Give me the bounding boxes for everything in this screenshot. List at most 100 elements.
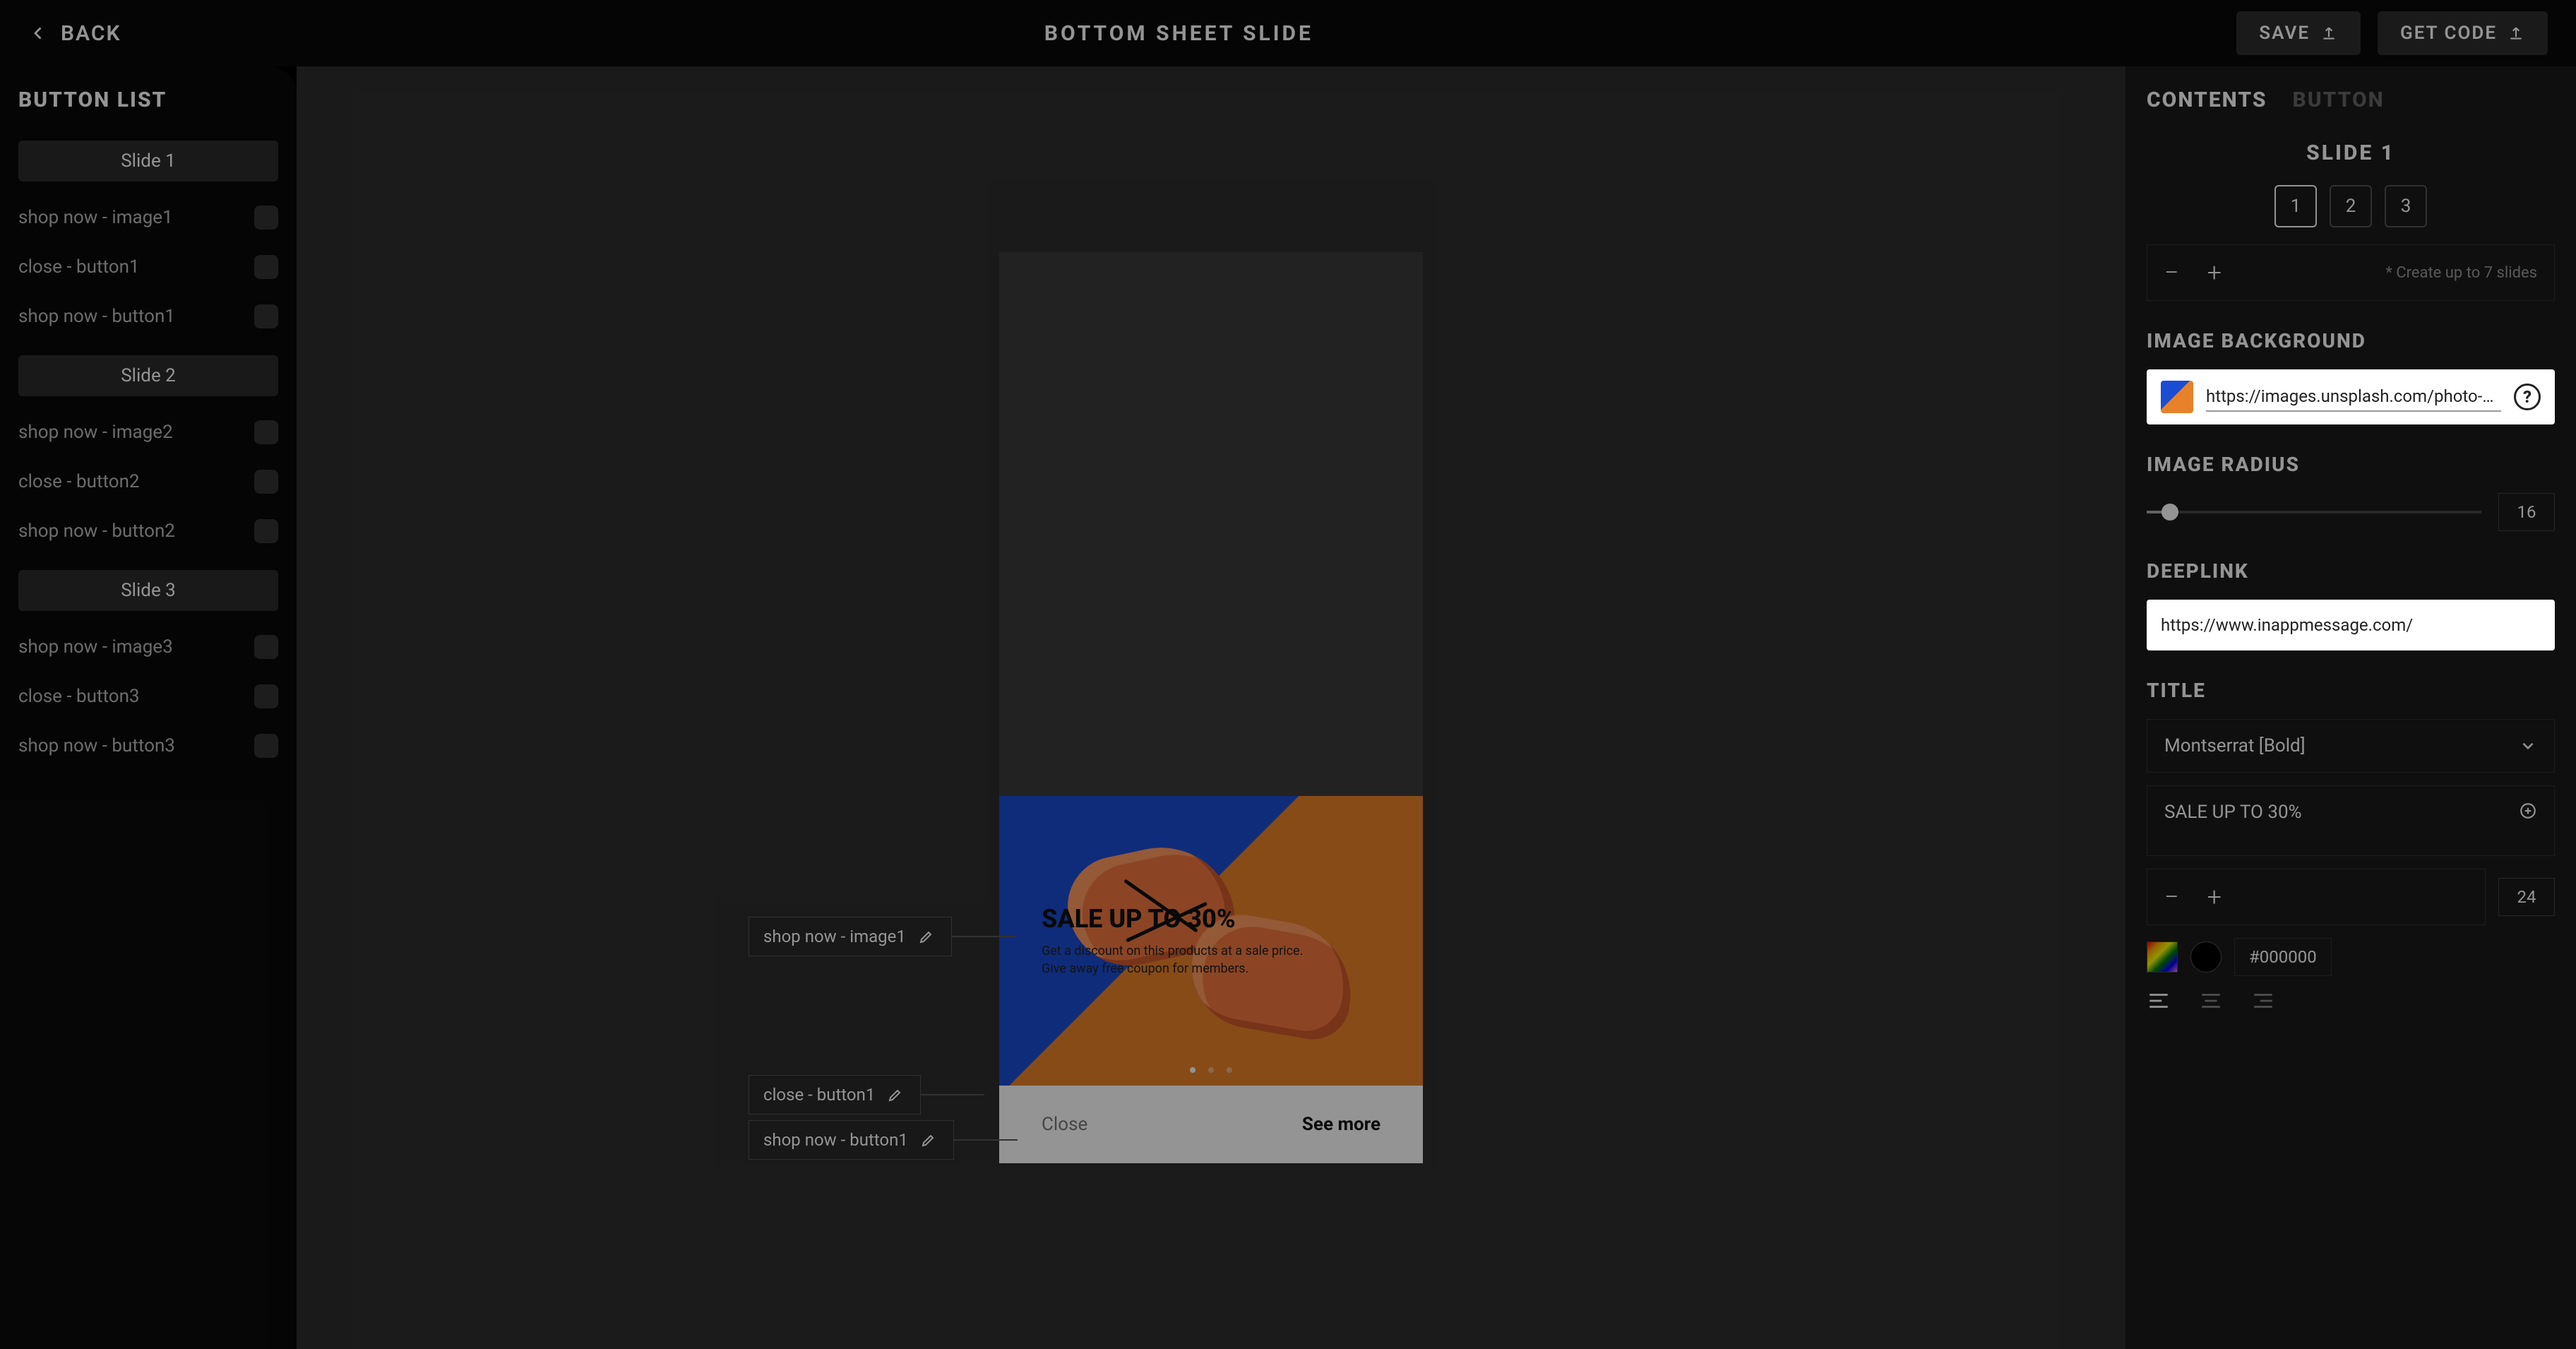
sheet-title: SALE UP TO 30% <box>1042 904 1303 934</box>
connector-text: close - button1 <box>763 1085 875 1105</box>
button-list-title: BUTTON LIST <box>18 88 278 112</box>
list-item[interactable]: shop now - button1 <box>18 292 278 341</box>
title-color-row: #000000 <box>2147 938 2555 976</box>
list-item[interactable]: shop now - image1 <box>18 193 278 242</box>
deeplink-input[interactable]: https://www.inappmessage.com/ <box>2147 600 2555 650</box>
plus-icon[interactable]: + <box>2207 258 2222 287</box>
tab-contents[interactable]: CONTENTS <box>2147 88 2267 112</box>
image-radius-control: 16 <box>2147 493 2555 531</box>
radius-value[interactable]: 16 <box>2498 493 2555 531</box>
list-item[interactable]: close - button1 <box>18 242 278 292</box>
color-swatch[interactable] <box>2190 941 2222 973</box>
arrow-left-icon <box>28 23 49 44</box>
color-picker-icon[interactable] <box>2147 941 2178 973</box>
checkbox[interactable] <box>254 684 278 708</box>
pencil-icon[interactable] <box>918 1129 939 1151</box>
checkbox[interactable] <box>254 255 278 279</box>
checkbox[interactable] <box>254 470 278 494</box>
align-left-icon[interactable] <box>2147 989 2171 1019</box>
minus-icon[interactable]: − <box>2164 882 2179 912</box>
slide-pill-2[interactable]: 2 <box>2330 185 2372 227</box>
title-size-pm: − + <box>2147 869 2486 925</box>
radius-slider[interactable] <box>2147 511 2481 513</box>
title-section-label: TITLE <box>2147 679 2555 702</box>
slide-pill-3[interactable]: 3 <box>2385 185 2427 227</box>
deeplink-label: DEEPLINK <box>2147 559 2555 583</box>
sheet-buttons: Close See more <box>999 1086 1423 1163</box>
sheet-image[interactable]: SALE UP TO 30% Get a discount on this pr… <box>999 796 1423 1086</box>
slide-header-3[interactable]: Slide 3 <box>18 570 278 611</box>
font-value: Montserrat [Bold] <box>2164 735 2306 756</box>
connector-shop-now-image1: shop now - image1 <box>749 917 1015 956</box>
list-item[interactable]: close - button3 <box>18 672 278 721</box>
back-button[interactable]: BACK <box>28 21 121 46</box>
close-button[interactable]: Close <box>1042 1114 1087 1135</box>
help-icon[interactable]: ? <box>2514 384 2541 410</box>
list-item[interactable]: shop now - image2 <box>18 408 278 457</box>
title-text-value: SALE UP TO 30% <box>2164 802 2302 823</box>
checkbox[interactable] <box>254 635 278 659</box>
align-right-icon[interactable] <box>2251 989 2275 1019</box>
connector-line <box>921 1094 984 1095</box>
image-background-label: IMAGE BACKGROUND <box>2147 329 2555 352</box>
tab-button[interactable]: BUTTON <box>2293 88 2385 112</box>
list-item-label: close - button1 <box>18 256 140 278</box>
phone-preview: SALE UP TO 30% Get a discount on this pr… <box>999 252 1423 1163</box>
minus-icon[interactable]: − <box>2164 258 2179 287</box>
save-label: SAVE <box>2259 23 2310 44</box>
dot-1 <box>1190 1067 1195 1073</box>
title-size-value[interactable]: 24 <box>2498 878 2555 916</box>
back-label: BACK <box>61 21 121 46</box>
image-background-input-row: ? <box>2147 369 2555 424</box>
slide-add-remove: − + * Create up to 7 slides <box>2147 244 2555 301</box>
page-title: BOTTOM SHEET SLIDE <box>1044 21 1313 46</box>
right-tabs: CONTENTS BUTTON <box>2147 88 2555 112</box>
list-item[interactable]: shop now - button3 <box>18 721 278 771</box>
slide-dots <box>1190 1067 1232 1073</box>
list-item-label: shop now - button2 <box>18 521 175 542</box>
slide-note: * Create up to 7 slides <box>2385 264 2537 282</box>
slide-pill-1[interactable]: 1 <box>2274 185 2317 227</box>
checkbox[interactable] <box>254 519 278 543</box>
list-item-label: shop now - image3 <box>18 636 173 658</box>
connector-text: shop now - button1 <box>763 1130 908 1150</box>
canvas[interactable]: SALE UP TO 30% Get a discount on this pr… <box>297 66 2125 1349</box>
plus-icon[interactable]: + <box>2207 882 2222 912</box>
color-hex[interactable]: #000000 <box>2234 938 2332 976</box>
title-size-row: − + 24 <box>2147 869 2555 925</box>
save-button[interactable]: SAVE <box>2236 11 2361 55</box>
list-item[interactable]: shop now - button2 <box>18 506 278 556</box>
connector-text: shop now - image1 <box>763 927 906 946</box>
checkbox[interactable] <box>254 420 278 444</box>
list-item-label: shop now - image2 <box>18 422 173 443</box>
checkbox[interactable] <box>254 304 278 328</box>
align-center-icon[interactable] <box>2199 989 2223 1019</box>
image-url-input[interactable] <box>2206 382 2501 412</box>
pencil-icon[interactable] <box>916 926 937 947</box>
connector-line <box>954 1139 1018 1141</box>
image-thumbnail[interactable] <box>2161 381 2193 413</box>
pencil-icon[interactable] <box>885 1084 906 1105</box>
left-sidebar: BUTTON LIST Slide 1 shop now - image1 cl… <box>0 66 297 1349</box>
list-item[interactable]: shop now - image3 <box>18 622 278 672</box>
bottom-sheet: SALE UP TO 30% Get a discount on this pr… <box>999 796 1423 1163</box>
slide-header-2[interactable]: Slide 2 <box>18 355 278 396</box>
title-text-input[interactable]: SALE UP TO 30% <box>2147 785 2555 856</box>
slide-header-1[interactable]: Slide 1 <box>18 141 278 182</box>
connector-label[interactable]: shop now - button1 <box>749 1120 954 1160</box>
get-code-button[interactable]: GET CODE <box>2378 11 2548 55</box>
checkbox[interactable] <box>254 206 278 230</box>
chevron-down-icon <box>2519 737 2537 755</box>
font-select[interactable]: Montserrat [Bold] <box>2147 719 2555 773</box>
connector-line <box>952 936 1015 937</box>
connector-label[interactable]: shop now - image1 <box>749 917 952 956</box>
upload-icon <box>2507 24 2525 42</box>
sheet-text: SALE UP TO 30% Get a discount on this pr… <box>1042 904 1303 977</box>
list-item[interactable]: close - button2 <box>18 457 278 506</box>
slider-knob[interactable] <box>2161 504 2178 521</box>
see-more-button[interactable]: See more <box>1302 1114 1381 1135</box>
top-bar: BACK BOTTOM SHEET SLIDE SAVE GET CODE <box>0 0 2576 66</box>
connector-label[interactable]: close - button1 <box>749 1075 921 1115</box>
plus-circle-icon[interactable] <box>2519 802 2537 825</box>
checkbox[interactable] <box>254 734 278 758</box>
